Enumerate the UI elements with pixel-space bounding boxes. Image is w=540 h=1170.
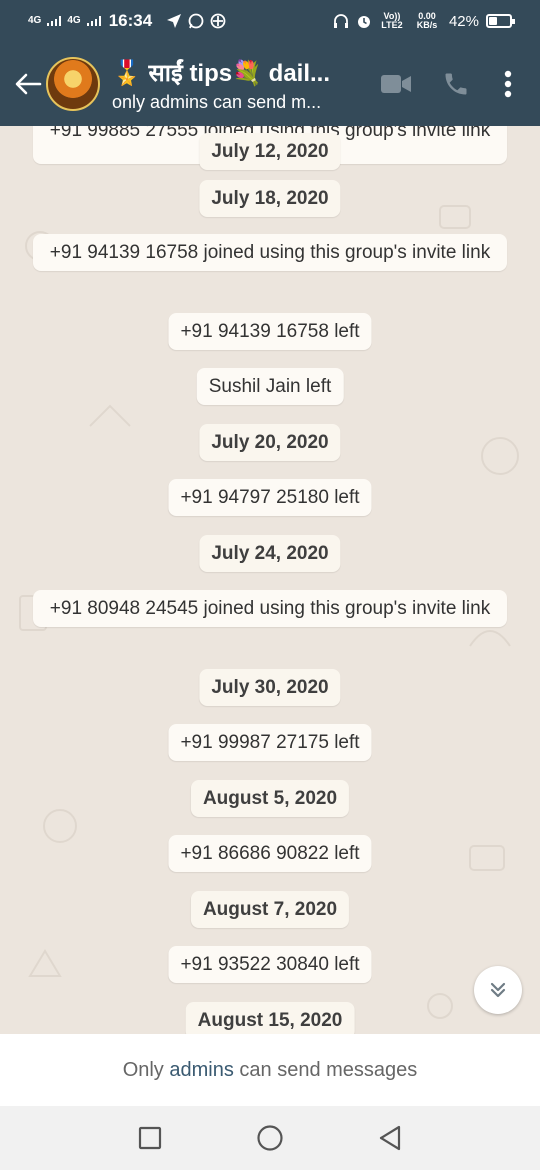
system-message: +91 94139 16758 left	[168, 313, 372, 350]
system-message: +91 93522 30840 left	[168, 946, 372, 983]
voice-call-button[interactable]	[426, 60, 486, 108]
date-chip: August 7, 2020	[190, 891, 350, 928]
system-message: +91 86686 90822 left	[168, 835, 372, 872]
chat-header: 4G 4G 16:34 Vo)) LTE2 0.00 KB/s 42% 🎖️ स…	[0, 0, 540, 126]
arrow-left-icon	[15, 73, 42, 95]
more-vert-icon	[504, 70, 512, 98]
admins-link[interactable]: admins	[169, 1059, 233, 1082]
app-bar: 🎖️ साईं tips💐 dail... only admins can se…	[0, 42, 540, 126]
back-button[interactable]	[6, 62, 50, 106]
headphones-icon	[333, 14, 348, 28]
square-icon	[138, 1126, 162, 1150]
video-call-icon	[381, 75, 411, 93]
back-nav-button[interactable]	[368, 1116, 412, 1160]
system-message: Sushil Jain left	[196, 368, 344, 405]
date-chip: July 30, 2020	[199, 669, 341, 706]
scroll-to-bottom-button[interactable]	[474, 966, 522, 1014]
signal-icon-2	[86, 16, 101, 26]
date-chip: July 24, 2020	[199, 535, 341, 572]
system-message: +91 94797 25180 left	[168, 479, 372, 516]
system-message: +91 94139 16758 joined using this group'…	[33, 234, 507, 271]
clock: 16:34	[108, 11, 153, 30]
volte-indicator: Vo)) LTE2	[381, 11, 403, 30]
signal-icon	[47, 16, 62, 26]
whatsapp-notification-icon	[188, 13, 204, 29]
system-message: +91 80948 24545 joined using this group'…	[33, 590, 507, 627]
date-chip: July 12, 2020	[199, 133, 341, 170]
admins-only-footer: Only admins can send messages	[0, 1034, 540, 1106]
date-chip: July 18, 2020	[199, 180, 341, 217]
footer-text-prefix: Only	[122, 1058, 170, 1081]
footer-text-suffix: can send messages	[233, 1058, 418, 1081]
system-message: +91 99987 27175 left	[168, 724, 372, 761]
battery-icon	[486, 14, 515, 28]
circle-icon	[257, 1125, 283, 1151]
group-title: 🎖️ साईं tips💐 dail...	[112, 59, 331, 87]
date-chip: July 20, 2020	[199, 424, 341, 461]
home-button[interactable]	[248, 1116, 292, 1160]
system-nav-bar	[0, 1106, 540, 1170]
alarm-icon	[357, 16, 370, 28]
recents-button[interactable]	[128, 1116, 172, 1160]
triangle-back-icon	[379, 1125, 401, 1151]
group-subtitle: only admins can send m...	[112, 91, 322, 112]
group-info[interactable]: 🎖️ साईं tips💐 dail... only admins can se…	[112, 56, 352, 113]
chat-area[interactable]: +91 99885 27555 joined using this group'…	[0, 126, 540, 1034]
network-speed: 0.00 KB/s	[416, 11, 438, 30]
chevron-double-down-icon	[490, 982, 506, 998]
battery-percent: 42%	[448, 12, 479, 30]
video-call-button[interactable]	[366, 60, 426, 108]
network-indicator-2: 4G	[67, 15, 81, 26]
network-indicator-1: 4G	[28, 15, 42, 26]
app-notification-icon	[210, 13, 226, 29]
phone-icon	[445, 73, 467, 95]
date-chip: August 15, 2020	[185, 1002, 355, 1034]
date-chip: August 5, 2020	[190, 780, 350, 817]
group-avatar[interactable]	[46, 57, 100, 111]
status-bar: 4G 4G 16:34 Vo)) LTE2 0.00 KB/s 42%	[0, 0, 540, 42]
more-options-button[interactable]	[486, 60, 530, 108]
location-arrow-icon	[167, 14, 182, 28]
